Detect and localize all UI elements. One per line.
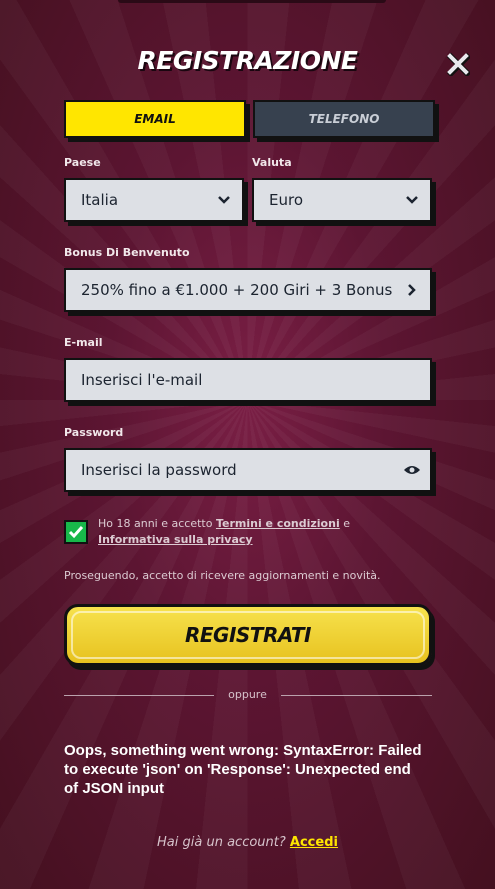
close-button[interactable]: [444, 50, 472, 78]
login-question: Hai già un account?: [157, 835, 286, 850]
currency-label: Valuta: [252, 156, 292, 169]
terms-prefix: Ho 18 anni e accetto: [98, 517, 213, 530]
chevron-down-icon: [394, 180, 430, 220]
terms-text: Ho 18 anni e accetto Termini e condizion…: [98, 516, 378, 548]
bonus-value: 250% fino a €1.000 + 200 Giri + 3 Bonus …: [81, 281, 394, 299]
close-icon: [446, 52, 470, 76]
login-prompt: Hai già un account? Accedi: [0, 835, 495, 850]
email-label: E-mail: [64, 336, 103, 349]
password-placeholder: Inserisci la password: [81, 461, 237, 479]
tab-telefono[interactable]: TELEFONO: [253, 100, 435, 138]
checkmark-icon: [68, 526, 84, 539]
currency-select[interactable]: Euro: [252, 178, 432, 222]
bonus-label: Bonus Di Benvenuto: [64, 246, 190, 259]
page-title: REGISTRAZIONE: [137, 46, 359, 75]
login-link[interactable]: Accedi: [290, 835, 338, 850]
country-label: Paese: [64, 156, 101, 169]
chevron-right-icon: [394, 270, 430, 310]
bonus-select[interactable]: 250% fino a €1.000 + 200 Giri + 3 Bonus …: [64, 268, 432, 312]
privacy-link[interactable]: Informativa sulla privacy: [98, 533, 253, 546]
divider-right: [281, 695, 432, 696]
consent-text: Proseguendo, accetto di ricevere aggiorn…: [64, 569, 381, 582]
currency-value: Euro: [269, 191, 303, 209]
register-button-label: REGISTRATI: [184, 623, 312, 647]
terms-link[interactable]: Termini e condizioni: [216, 517, 340, 530]
email-placeholder: Inserisci l'e-mail: [81, 371, 203, 389]
eye-icon[interactable]: [394, 450, 430, 490]
error-message: Oops, something went wrong: SyntaxError:…: [64, 742, 422, 797]
tab-email[interactable]: EMAIL: [64, 100, 246, 138]
password-field[interactable]: Inserisci la password: [64, 448, 432, 492]
country-value: Italia: [81, 191, 119, 209]
country-select[interactable]: Italia: [64, 178, 244, 222]
terms-joiner: e: [343, 517, 351, 530]
password-label: Password: [64, 426, 124, 439]
chevron-down-icon: [206, 180, 242, 220]
top-handle: [118, 0, 386, 3]
terms-checkbox[interactable]: [64, 520, 88, 544]
email-field[interactable]: Inserisci l'e-mail: [64, 358, 432, 402]
register-button[interactable]: REGISTRATI: [64, 604, 432, 666]
